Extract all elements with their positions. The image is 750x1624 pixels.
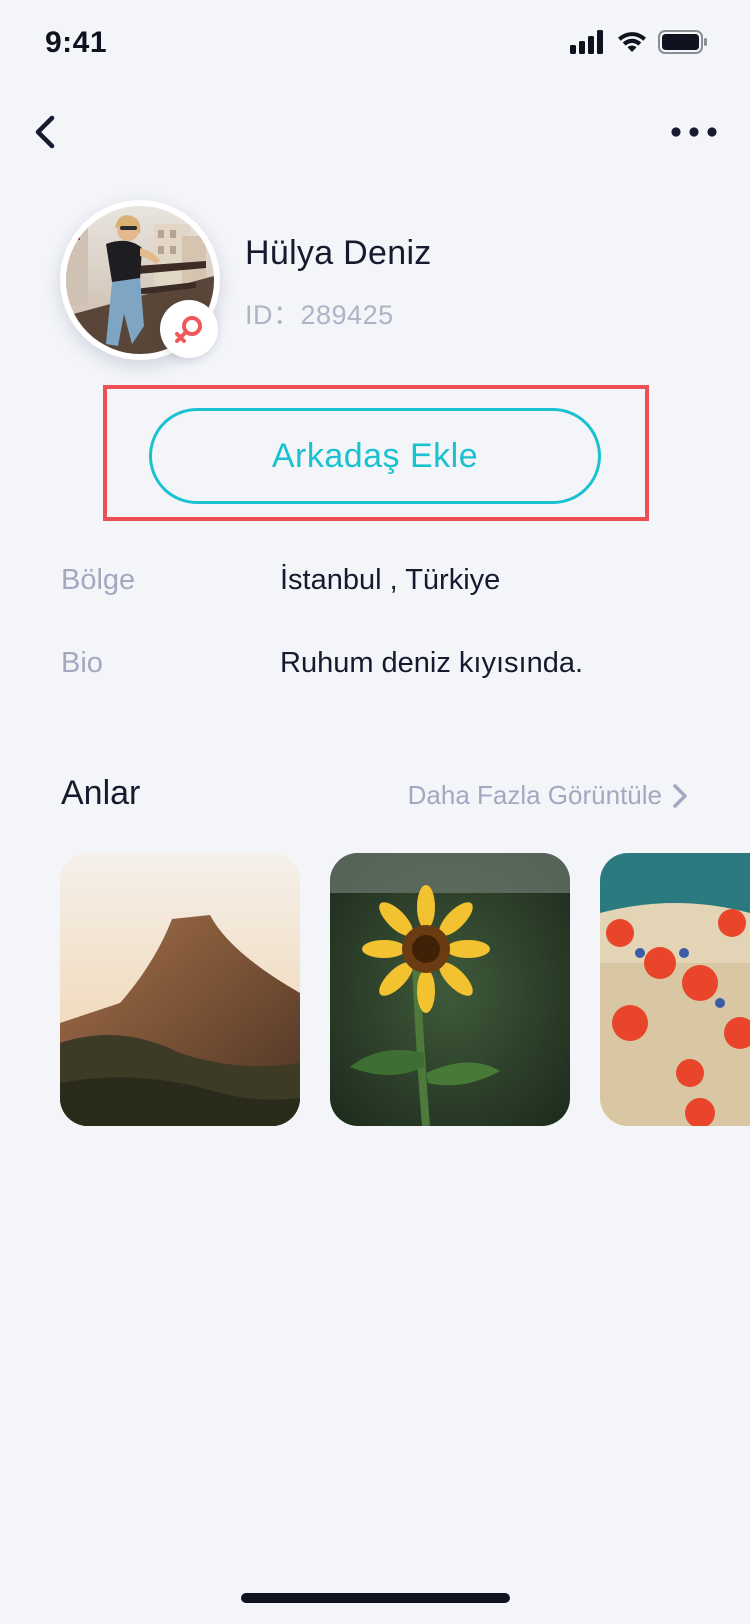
bio-value: Ruhum deniz kıyısında. — [280, 647, 584, 679]
add-friend-button[interactable]: Arkadaş Ekle — [149, 408, 601, 504]
moment-card-mountain[interactable] — [60, 853, 300, 1126]
moments-title: Anlar — [61, 774, 141, 812]
profile-id: ID：289425 — [245, 300, 394, 330]
battery-icon — [658, 30, 707, 54]
sunflower-photo — [330, 853, 570, 1126]
poppies-photo — [600, 853, 750, 1126]
female-icon — [175, 316, 202, 343]
status-bar: 9:41 — [0, 0, 750, 90]
cellular-signal-icon — [570, 30, 603, 54]
view-more-label: Daha Fazla Görüntüle — [407, 780, 662, 810]
status-icons — [570, 30, 708, 54]
bio-label: Bio — [61, 647, 103, 679]
mountain-photo — [60, 853, 300, 1126]
view-more-link[interactable]: Daha Fazla Görüntüle — [408, 780, 688, 811]
gender-badge — [160, 300, 218, 358]
avatar[interactable] — [60, 200, 220, 360]
wifi-icon — [618, 32, 646, 52]
moment-card-poppies[interactable] — [600, 853, 750, 1126]
chevron-left-icon — [35, 115, 55, 149]
chevron-right-icon — [673, 783, 687, 808]
more-dots-icon — [671, 127, 717, 137]
more-options-button[interactable] — [668, 118, 720, 146]
back-button[interactable] — [28, 108, 68, 156]
status-time: 9:41 — [45, 26, 108, 59]
home-indicator — [241, 1593, 510, 1603]
region-value: İstanbul , Türkiye — [280, 564, 501, 596]
region-label: Bölge — [61, 564, 136, 596]
profile-name: Hülya Deniz — [245, 234, 432, 272]
moment-card-sunflower[interactable] — [330, 853, 570, 1126]
